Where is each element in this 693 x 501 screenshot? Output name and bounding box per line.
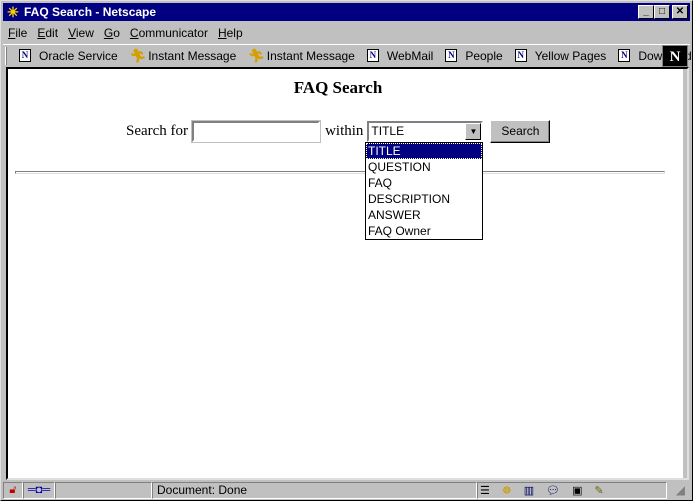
bookmark-page-icon: N [618, 49, 631, 62]
discussions-icon[interactable]: 💬︎ [546, 484, 560, 497]
mail-icon[interactable]: ▥ [524, 484, 534, 497]
search-form: Search for within TITLE ▼ Search [126, 120, 551, 143]
toolbar-grip[interactable] [5, 46, 7, 65]
search-for-label: Search for [126, 123, 189, 139]
maximize-button[interactable]: □ [654, 5, 670, 19]
menu-view[interactable]: View [63, 26, 99, 40]
option-faq-owner[interactable]: FAQ Owner [366, 223, 482, 239]
toolbar-item-people[interactable]: N People [445, 49, 503, 63]
within-select-value: TITLE [371, 124, 405, 138]
aim-icon[interactable]: ✎ [595, 484, 604, 497]
bookmark-page-icon: N [19, 49, 31, 62]
resize-grip-icon[interactable]: ◢ [667, 483, 685, 497]
browser-window: ✳ FAQ Search - Netscape _ □ ✕ File Edit … [0, 0, 693, 501]
search-input[interactable] [191, 120, 322, 143]
minimize-button[interactable]: _ [638, 5, 654, 19]
bookmark-page-icon: N [445, 49, 458, 62]
close-button[interactable]: ✕ [672, 5, 688, 19]
menu-communicator[interactable]: Communicator [125, 26, 213, 40]
horizontal-rule [15, 171, 665, 174]
status-bar: 🔓︎ ═◘═ Document: Done ☰ ☸ ▥ 💬︎ ▣ ✎ ◢ [3, 481, 690, 499]
menu-go[interactable]: Go [99, 26, 125, 40]
bookmark-page-icon: N [514, 49, 527, 62]
toolbar-item-webmail[interactable]: N WebMail [366, 49, 433, 63]
toolbar-item-instant-message-2[interactable]: 🏃︎ Instant Message [248, 48, 355, 64]
content-frame-edge [683, 69, 687, 478]
composer-icon[interactable]: ▣ [572, 484, 582, 497]
option-question[interactable]: QUESTION [366, 159, 482, 175]
within-label: within [325, 123, 364, 139]
page-title: FAQ Search [293, 78, 383, 97]
aim-running-man-icon: 🏃︎ [248, 47, 265, 63]
security-lock-icon[interactable]: 🔓︎ [3, 481, 23, 499]
option-faq[interactable]: FAQ [366, 175, 482, 191]
status-text: Document: Done [152, 481, 477, 499]
connection-plug-icon: ═◘═ [23, 481, 55, 499]
personal-toolbar: N Oracle Service 🏃︎ Instant Message 🏃︎ Inst… [3, 44, 692, 67]
search-button[interactable]: Search [490, 120, 551, 143]
navigator-icon[interactable]: ☸ [502, 484, 512, 497]
toolbar-item-oracle-service[interactable]: N Oracle Service [19, 49, 118, 63]
netscape-logo[interactable]: N [662, 45, 688, 67]
component-bar: ☰ ☸ ▥ 💬︎ ▣ ✎ [477, 481, 667, 499]
dropdown-arrow-icon[interactable]: ▼ [465, 123, 482, 140]
menu-edit[interactable]: Edit [32, 26, 63, 40]
progress-bar [55, 481, 152, 499]
within-dropdown-list: TITLE QUESTION FAQ DESCRIPTION ANSWER FA… [365, 142, 483, 240]
toolbar-item-instant-message[interactable]: 🏃︎ Instant Message [130, 48, 237, 64]
aim-running-man-icon: 🏃︎ [129, 47, 147, 63]
menu-help[interactable]: Help [213, 26, 248, 40]
window-title: FAQ Search - Netscape [24, 5, 157, 19]
toolbar-item-yellow-pages[interactable]: N Yellow Pages [514, 49, 606, 63]
menu-file[interactable]: File [3, 26, 32, 40]
netscape-star-icon: ✳ [7, 4, 19, 20]
page-content: FAQ Search Search for within TITLE ▼ Sea… [6, 67, 689, 480]
option-answer[interactable]: ANSWER [366, 207, 482, 223]
option-description[interactable]: DESCRIPTION [366, 191, 482, 207]
bookmark-page-icon: N [366, 49, 379, 62]
menu-bar: File Edit View Go Communicator Help [3, 23, 248, 42]
component-grip-icon[interactable]: ☰ [480, 484, 490, 497]
within-select[interactable]: TITLE ▼ [367, 121, 484, 142]
title-bar: ✳ FAQ Search - Netscape _ □ ✕ [3, 3, 690, 21]
option-title[interactable]: TITLE [366, 143, 482, 159]
